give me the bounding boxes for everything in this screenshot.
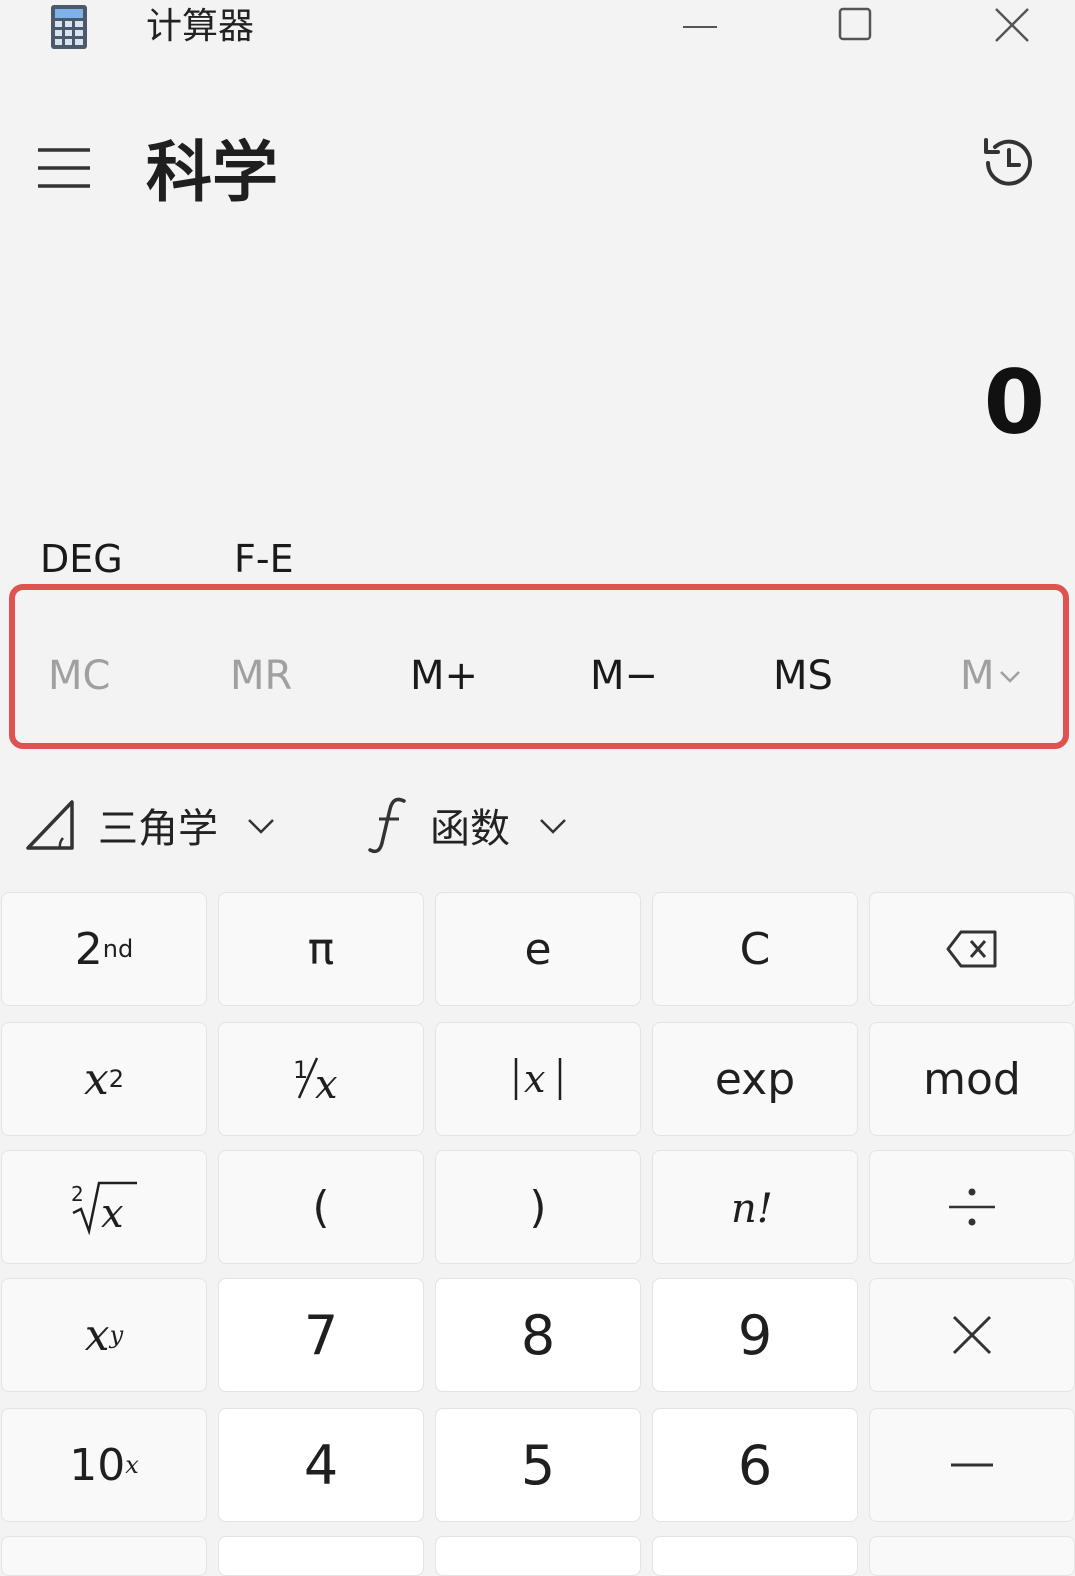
power-button[interactable]: xy — [1, 1278, 207, 1392]
triangle-icon — [26, 800, 74, 850]
backspace-icon — [946, 930, 997, 968]
digit-6-button[interactable]: 6 — [652, 1408, 858, 1522]
ten-power-base: 10 — [69, 1439, 126, 1491]
digit-5-button[interactable]: 5 — [435, 1408, 641, 1522]
svg-text:x: x — [315, 1062, 338, 1104]
multiply-icon — [952, 1315, 992, 1355]
trigonometry-label: 三角学 — [98, 806, 218, 852]
second-function-button[interactable]: 2nd — [1, 892, 207, 1006]
factorial-button[interactable]: n! — [652, 1150, 858, 1264]
close-icon — [995, 8, 1029, 42]
memory-row-highlight — [9, 584, 1069, 749]
close-button[interactable] — [982, 0, 1042, 50]
svg-text:x: x — [101, 1191, 124, 1235]
divide-button[interactable] — [869, 1150, 1075, 1264]
memory-subtract-button[interactable]: M− — [590, 646, 658, 706]
pi-button[interactable]: π — [218, 892, 424, 1006]
window-title: 计算器 — [146, 6, 255, 47]
square-base: x — [83, 1053, 109, 1105]
result-display: 0 — [983, 351, 1045, 454]
function-bar: 三角学 函数 — [0, 790, 1075, 860]
memory-clear-button[interactable]: MC — [48, 646, 110, 706]
power-base: x — [84, 1309, 110, 1361]
subtract-button[interactable] — [869, 1408, 1075, 1522]
function-icon — [368, 797, 406, 854]
key-partial[interactable] — [652, 1536, 858, 1576]
trigonometry-dropdown[interactable]: 三角学 — [24, 790, 278, 860]
minus-icon — [951, 1463, 993, 1467]
functions-label: 函数 — [430, 806, 510, 852]
left-paren-button[interactable]: ( — [218, 1150, 424, 1264]
backspace-button[interactable] — [869, 892, 1075, 1006]
exp-button[interactable]: exp — [652, 1022, 858, 1136]
second-label: 2 — [74, 923, 103, 975]
memory-store-button[interactable]: MS — [773, 646, 833, 706]
key-partial[interactable] — [1, 1536, 207, 1576]
factorial-icon: n! — [731, 1186, 773, 1232]
title-bar: 计算器 — [0, 0, 1075, 58]
absolute-button[interactable]: x — [435, 1022, 641, 1136]
svg-text:2: 2 — [71, 1182, 84, 1206]
ten-power-button[interactable]: 10 x — [1, 1408, 207, 1522]
angle-mode-button[interactable]: DEG — [40, 534, 123, 584]
digit-4-button[interactable]: 4 — [218, 1408, 424, 1522]
reciprocal-button[interactable]: 1 x — [218, 1022, 424, 1136]
digit-8-button[interactable]: 8 — [435, 1278, 641, 1392]
header: 科学 — [0, 110, 1075, 220]
divide-icon — [949, 1188, 995, 1226]
maximize-icon — [838, 7, 872, 41]
digit-7-button[interactable]: 7 — [218, 1278, 424, 1392]
hamburger-icon[interactable] — [36, 146, 92, 190]
fe-button[interactable]: F-E — [234, 534, 294, 584]
chevron-down-icon — [540, 819, 566, 834]
clear-button[interactable]: C — [652, 892, 858, 1006]
functions-dropdown[interactable]: 函数 — [366, 790, 570, 860]
chevron-down-icon — [248, 819, 274, 834]
minimize-icon — [683, 26, 717, 28]
absolute-value-icon: x — [514, 1057, 562, 1101]
history-icon[interactable] — [976, 130, 1042, 196]
maximize-button[interactable] — [826, 0, 886, 50]
page-title: 科学 — [146, 134, 278, 211]
chevron-down-icon — [999, 671, 1020, 683]
square-root-icon: 2 x — [71, 1181, 137, 1235]
mod-button[interactable]: mod — [869, 1022, 1075, 1136]
square-button[interactable]: x2 — [1, 1022, 207, 1136]
reciprocal-icon: 1 x — [293, 1056, 338, 1104]
svg-text:x: x — [524, 1057, 545, 1101]
memory-list-button[interactable]: M — [960, 646, 1023, 706]
memory-recall-button[interactable]: MR — [230, 646, 292, 706]
memory-list-label: M — [960, 653, 995, 699]
memory-add-button[interactable]: M+ — [410, 646, 478, 706]
minimize-button[interactable] — [670, 0, 730, 50]
square-root-button[interactable]: 2 x — [1, 1150, 207, 1264]
calculator-icon — [51, 5, 87, 49]
key-partial[interactable] — [435, 1536, 641, 1576]
key-partial[interactable] — [869, 1536, 1075, 1576]
multiply-button[interactable] — [869, 1278, 1075, 1392]
mode-bar: DEG F-E — [0, 534, 600, 584]
digit-9-button[interactable]: 9 — [652, 1278, 858, 1392]
key-partial[interactable] — [218, 1536, 424, 1576]
svg-text:n!: n! — [731, 1186, 773, 1232]
e-button[interactable]: e — [435, 892, 641, 1006]
right-paren-button[interactable]: ) — [435, 1150, 641, 1264]
